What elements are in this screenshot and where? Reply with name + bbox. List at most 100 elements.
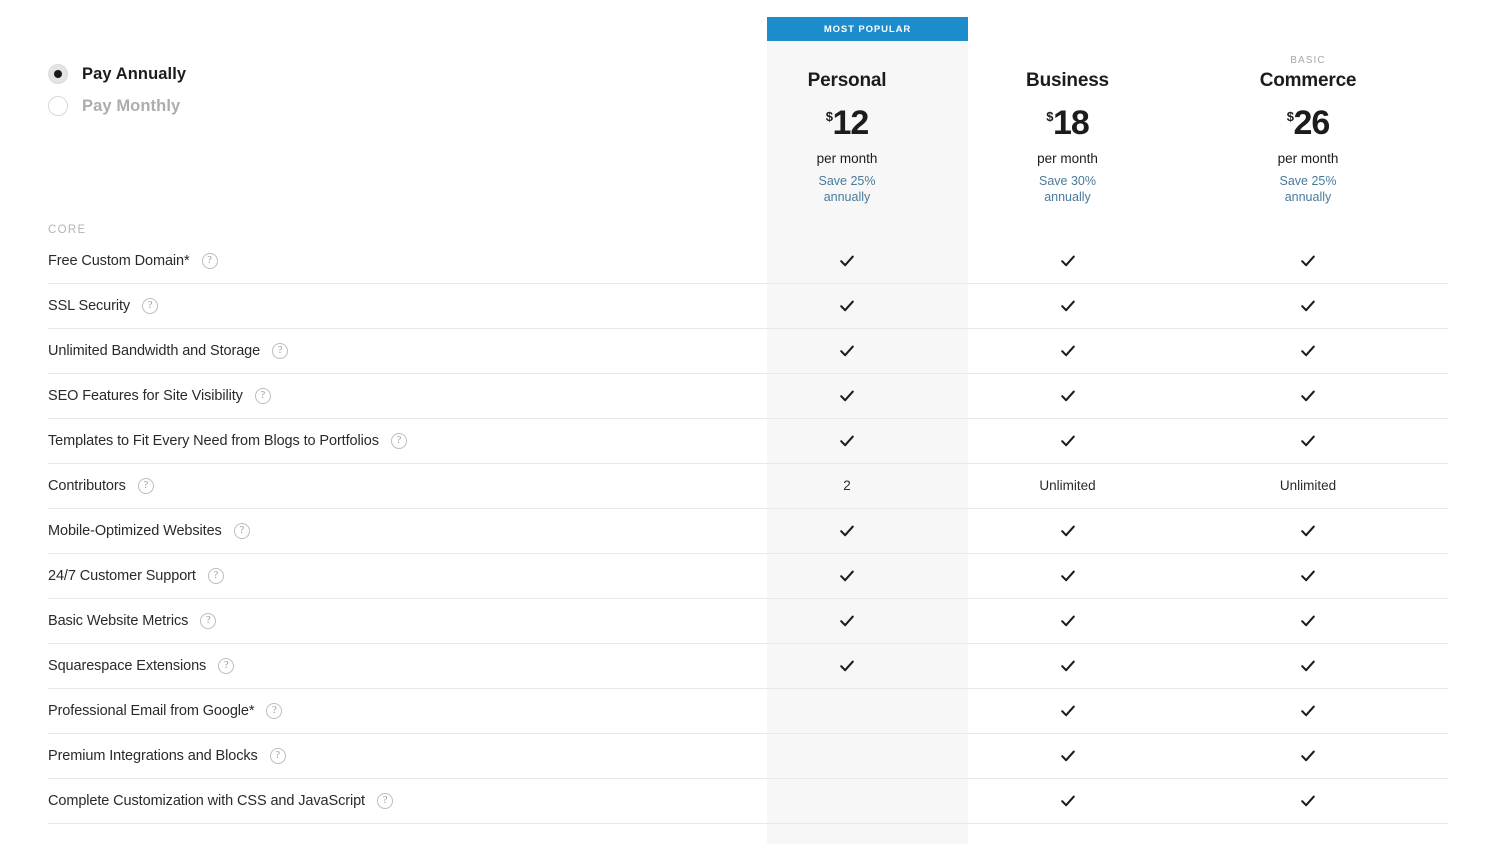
feature-value-business xyxy=(967,432,1168,450)
feature-value-advanced xyxy=(1448,702,1502,720)
feature-value-business xyxy=(967,792,1168,810)
feature-value-basic xyxy=(1168,612,1448,630)
check-icon xyxy=(838,522,856,540)
plan-save-advanced[interactable]: Save 25% annually xyxy=(1448,173,1502,205)
price-amount: 26 xyxy=(1293,104,1330,142)
feature-label-cell: Contributors? xyxy=(48,477,727,494)
feature-label-cell: Free Custom Domain*? xyxy=(48,252,727,269)
feature-label-cell: Squarespace Extensions? xyxy=(48,657,727,674)
plan-header-basic-commerce: BASIC Commerce $26 per month Save 25% an… xyxy=(1168,50,1448,205)
plan-save-line1: Save 30% xyxy=(1039,174,1096,188)
feature-value-business xyxy=(967,387,1168,405)
feature-value-advanced xyxy=(1448,342,1502,360)
check-icon xyxy=(1059,612,1077,630)
plan-period-basic: per month xyxy=(1277,151,1339,166)
feature-value-personal xyxy=(727,612,967,630)
feature-value-personal xyxy=(727,387,967,405)
plan-name-advanced: Commerce xyxy=(1448,68,1502,94)
plan-save-line1: Save 25% xyxy=(818,174,876,188)
most-popular-badge: MOST POPULAR xyxy=(767,17,968,41)
feature-value-business xyxy=(967,612,1168,630)
feature-row xyxy=(48,823,1448,844)
feature-label: Free Custom Domain* xyxy=(48,252,190,269)
feature-value-advanced xyxy=(1448,432,1502,450)
feature-row: Complete Customization with CSS and Java… xyxy=(48,778,1448,823)
feature-label: Squarespace Extensions xyxy=(48,657,207,674)
feature-value-basic xyxy=(1168,432,1448,450)
feature-value-advanced xyxy=(1448,657,1502,675)
plan-price-business: $18 xyxy=(967,106,1168,140)
feature-row: Unlimited Bandwidth and Storage? xyxy=(48,328,1448,373)
feature-value-text: Unlimited xyxy=(1279,478,1337,493)
plan-header-personal: Personal $12 per month Save 25% annually xyxy=(727,50,967,205)
feature-label-cell: Basic Website Metrics? xyxy=(48,612,727,629)
feature-label: Mobile-Optimized Websites xyxy=(48,522,222,539)
feature-label: SSL Security xyxy=(48,297,131,314)
plan-save-line1: Save 25% xyxy=(1279,174,1337,188)
check-icon xyxy=(1299,342,1317,360)
feature-value-advanced xyxy=(1448,522,1502,540)
check-icon xyxy=(838,297,856,315)
feature-value-business xyxy=(967,657,1168,675)
currency-symbol: $ xyxy=(1046,109,1053,124)
help-icon[interactable]: ? xyxy=(201,252,218,269)
check-icon xyxy=(1059,792,1077,810)
feature-comparison-table: Free Custom Domain*? SSL Security? Unlimit… xyxy=(48,238,1448,844)
help-icon[interactable]: ? xyxy=(142,297,159,314)
check-icon xyxy=(1299,702,1317,720)
feature-value-advanced: Unlimited xyxy=(1448,478,1502,493)
check-icon xyxy=(838,567,856,585)
feature-value-business xyxy=(967,342,1168,360)
check-icon xyxy=(838,387,856,405)
help-icon[interactable]: ? xyxy=(272,342,289,359)
help-icon[interactable]: ? xyxy=(137,477,154,494)
feature-label-cell: Mobile-Optimized Websites? xyxy=(48,522,727,539)
check-icon xyxy=(1059,252,1077,270)
feature-section-label: CORE xyxy=(48,224,87,236)
check-icon xyxy=(1299,567,1317,585)
plan-save-line2: annually xyxy=(1284,190,1332,204)
feature-row: Squarespace Extensions? xyxy=(48,643,1448,688)
feature-row: SSL Security? xyxy=(48,283,1448,328)
check-icon xyxy=(1059,297,1077,315)
feature-value-advanced xyxy=(1448,612,1502,630)
help-icon[interactable]: ? xyxy=(269,747,286,764)
feature-label: Contributors xyxy=(48,477,126,494)
plan-save-line2: annually xyxy=(1448,189,1502,205)
help-icon[interactable]: ? xyxy=(233,522,250,539)
check-icon xyxy=(1059,567,1077,585)
plan-period-business: per month xyxy=(1037,151,1098,166)
plan-period-advanced: per month xyxy=(1448,151,1502,166)
feature-value-advanced xyxy=(1448,252,1502,270)
help-icon[interactable]: ? xyxy=(266,702,283,719)
plan-save-business[interactable]: Save 30% annually xyxy=(967,173,1168,205)
price-amount: 18 xyxy=(1052,104,1090,142)
check-icon xyxy=(1299,747,1317,765)
feature-value-personal xyxy=(727,522,967,540)
help-icon[interactable]: ? xyxy=(254,387,271,404)
check-icon xyxy=(1299,657,1317,675)
feature-value-basic xyxy=(1168,747,1448,765)
help-icon[interactable]: ? xyxy=(376,792,393,809)
help-icon[interactable]: ? xyxy=(218,657,235,674)
price-amount: 12 xyxy=(832,104,869,142)
feature-value-advanced xyxy=(1448,747,1502,765)
check-icon xyxy=(838,612,856,630)
help-icon[interactable]: ? xyxy=(200,612,217,629)
check-icon xyxy=(1299,612,1317,630)
feature-value-personal xyxy=(727,567,967,585)
feature-value-basic: Unlimited xyxy=(1168,478,1448,493)
feature-value-basic xyxy=(1168,657,1448,675)
feature-label: Templates to Fit Every Need from Blogs t… xyxy=(48,432,379,449)
feature-label: SEO Features for Site Visibility xyxy=(48,387,243,404)
plan-save-personal[interactable]: Save 25% annually xyxy=(727,173,967,205)
help-icon[interactable]: ? xyxy=(207,567,224,584)
feature-row: Basic Website Metrics? xyxy=(48,598,1448,643)
feature-label-cell: 24/7 Customer Support? xyxy=(48,567,727,584)
feature-label-cell: Templates to Fit Every Need from Blogs t… xyxy=(48,432,727,449)
plan-price-basic: $26 xyxy=(1168,106,1448,140)
help-icon[interactable]: ? xyxy=(390,432,407,449)
plan-save-basic[interactable]: Save 25% annually xyxy=(1168,173,1448,205)
plan-name-business: Business xyxy=(1026,70,1109,91)
plan-headers: Personal $12 per month Save 25% annually… xyxy=(0,50,1448,205)
